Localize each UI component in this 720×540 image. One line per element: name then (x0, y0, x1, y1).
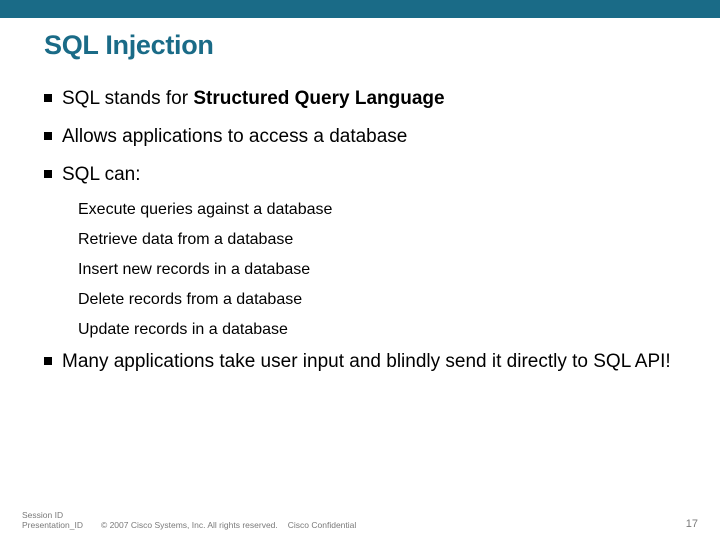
sub-bullet-item: Insert new records in a database (78, 260, 676, 280)
bullet-text: Many applications take user input and bl… (62, 350, 676, 374)
page-number: 17 (686, 518, 698, 530)
bullet-text: SQL can: (62, 163, 676, 187)
footer-left: Session ID Presentation_ID (22, 510, 83, 530)
square-bullet-icon (44, 357, 52, 365)
bullet-text: Allows applications to access a database (62, 125, 676, 149)
footer: Session ID Presentation_ID © 2007 Cisco … (0, 510, 720, 530)
footer-session-id: Session ID (22, 510, 83, 520)
bullet-text-pre: SQL stands for (62, 88, 193, 109)
sub-bullet-item: Delete records from a database (78, 290, 676, 310)
footer-copyright: © 2007 Cisco Systems, Inc. All rights re… (101, 520, 278, 530)
bullet-item: SQL stands for Structured Query Language (44, 87, 676, 111)
bullet-text-bold: Structured Query Language (193, 88, 444, 109)
top-bar (0, 0, 720, 18)
slide: SQL Injection SQL stands for Structured … (0, 0, 720, 540)
bullet-text: SQL stands for Structured Query Language (62, 87, 676, 111)
slide-title: SQL Injection (44, 30, 676, 61)
bullet-item: SQL can: (44, 163, 676, 187)
bullet-item: Many applications take user input and bl… (44, 350, 676, 374)
sub-bullet-item: Execute queries against a database (78, 200, 676, 220)
square-bullet-icon (44, 132, 52, 140)
bullet-list: SQL stands for Structured Query Language… (44, 87, 676, 374)
footer-presentation-id: Presentation_ID (22, 520, 83, 530)
content-area: SQL Injection SQL stands for Structured … (0, 18, 720, 540)
bullet-item: Allows applications to access a database (44, 125, 676, 149)
footer-confidential: Cisco Confidential (288, 520, 357, 530)
sub-bullet-item: Update records in a database (78, 320, 676, 340)
square-bullet-icon (44, 170, 52, 178)
sub-bullet-item: Retrieve data from a database (78, 230, 676, 250)
square-bullet-icon (44, 94, 52, 102)
sub-bullet-list: Execute queries against a database Retri… (78, 200, 676, 340)
